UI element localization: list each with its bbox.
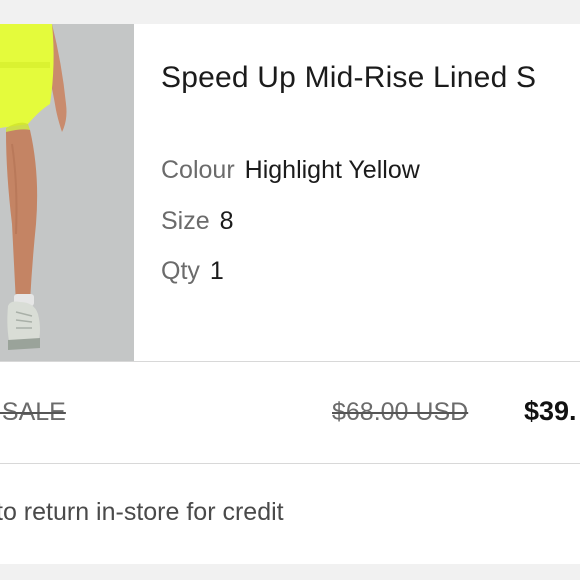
attribute-label: Qty (161, 257, 200, 285)
attribute-colour: Colour Highlight Yellow (161, 155, 420, 185)
attribute-value: 1 (209, 257, 224, 285)
attribute-label: Colour (161, 156, 235, 184)
product-title[interactable]: Speed Up Mid-Rise Lined S (161, 61, 536, 95)
return-policy-note: to return in-store for credit (0, 498, 284, 526)
sale-price: $39. (524, 396, 577, 426)
product-photo-shorts-icon (0, 24, 134, 362)
attribute-qty: Qty 1 (161, 256, 224, 286)
attribute-label: Size (161, 207, 210, 235)
attribute-size: Size 8 (161, 206, 234, 236)
original-price: $68.00 USD (332, 398, 469, 426)
attribute-value: 8 (219, 207, 234, 235)
order-item-page: Speed Up Mid-Rise Lined S Colour Highligh… (0, 0, 580, 580)
order-item-card: Speed Up Mid-Rise Lined S Colour Highligh… (0, 24, 580, 564)
final-sale-tag: L SALE (0, 398, 66, 426)
attribute-value: Highlight Yellow (244, 156, 420, 184)
divider (0, 361, 580, 362)
divider (0, 463, 580, 464)
product-image[interactable] (0, 24, 134, 362)
